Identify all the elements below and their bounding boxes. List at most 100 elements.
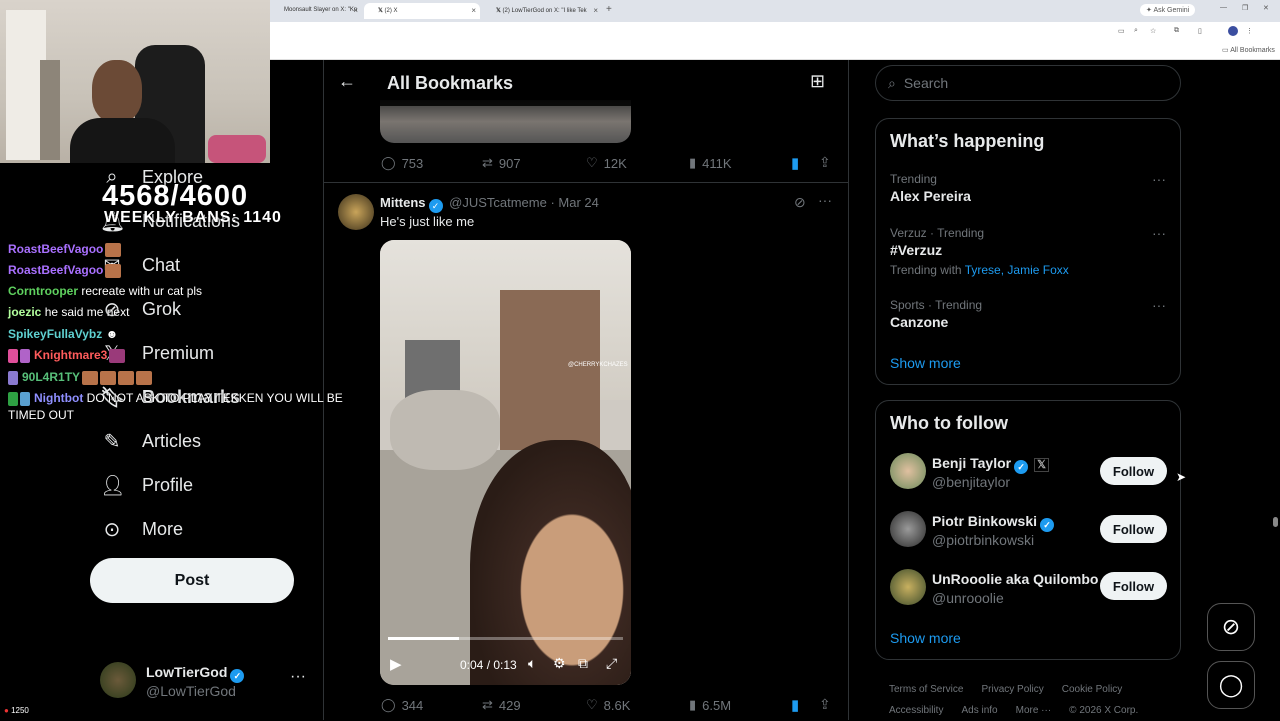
avatar[interactable] bbox=[890, 453, 926, 489]
user-name[interactable]: UnRooolie aka Quilombo bbox=[932, 571, 1098, 587]
new-tab-icon[interactable]: + bbox=[606, 4, 612, 15]
pip-icon[interactable]: ⧉ bbox=[578, 655, 588, 672]
browser-tab-active[interactable]: 𝕏 (2) X × bbox=[364, 3, 480, 19]
bookmark-folder-add-icon[interactable]: ⊞ bbox=[810, 71, 825, 92]
show-more-link[interactable]: Show more bbox=[890, 355, 961, 371]
account-switcher[interactable]: LowTierGod ✓ @LowTierGod ··· bbox=[100, 662, 310, 702]
search-input[interactable]: ⌕ Search bbox=[875, 65, 1181, 101]
share-icon[interactable]: ⇪ bbox=[819, 696, 831, 713]
scrollbar-thumb[interactable] bbox=[1273, 517, 1278, 527]
trend-name[interactable]: #Verzuz bbox=[890, 242, 942, 258]
scrollbar[interactable] bbox=[1273, 62, 1278, 718]
footer-link[interactable]: Terms of Service bbox=[889, 684, 963, 695]
footer-link[interactable]: Accessibility bbox=[889, 705, 943, 716]
trend-name[interactable]: Canzone bbox=[890, 314, 948, 330]
reply-button[interactable]: ◯ 344 bbox=[381, 697, 423, 713]
video-progress-track[interactable] bbox=[388, 637, 623, 640]
nav-articles[interactable]: ✎ Articles bbox=[100, 426, 201, 456]
profile-avatar[interactable] bbox=[1228, 26, 1238, 36]
browser-menu-icon[interactable]: ⋮ bbox=[1246, 27, 1253, 35]
trend-related-links[interactable]: Tyrese, Jamie Foxx bbox=[965, 263, 1069, 277]
pillow bbox=[208, 135, 266, 163]
trend-name[interactable]: Alex Pereira bbox=[890, 188, 971, 204]
column-divider bbox=[323, 60, 324, 720]
tweet-author[interactable]: Mittens bbox=[380, 195, 426, 210]
more-dots-icon[interactable]: ··· bbox=[1152, 171, 1166, 187]
follow-button[interactable]: Follow bbox=[1100, 457, 1167, 485]
close-tab-icon[interactable]: × bbox=[353, 6, 358, 15]
repost-button[interactable]: ⇄ 429 bbox=[482, 697, 521, 713]
follow-button[interactable]: Follow bbox=[1100, 515, 1167, 543]
like-button[interactable]: ♡ 8.6K bbox=[586, 697, 630, 713]
chat-message: DO NOT ASK TO PLAY TEKKEN YOU WILL BE bbox=[86, 391, 343, 405]
more-dots-icon[interactable]: ··· bbox=[1152, 225, 1166, 241]
chat-line: 90L4R1TY bbox=[8, 370, 153, 385]
nav-more[interactable]: ⊙ More bbox=[100, 514, 183, 544]
tweet-video[interactable]: @CHERRYKCHAZES ▶ 0:04 / 0:13 🔈︎ ⚙ ⧉ ⤢ bbox=[380, 240, 631, 685]
views-button[interactable]: ▮ 6.5M bbox=[689, 697, 731, 713]
viewer-icon: ● bbox=[4, 706, 12, 715]
avatar[interactable] bbox=[890, 569, 926, 605]
user-handle: @benjitaylor bbox=[932, 474, 1011, 490]
browser-tab[interactable]: 𝕏 (2) LowTierGod on X: "I like Tek × bbox=[482, 3, 602, 19]
minimize-icon[interactable]: — bbox=[1220, 4, 1227, 11]
zoom-icon[interactable]: ⌕ bbox=[1134, 27, 1138, 35]
reply-count: 344 bbox=[401, 697, 424, 713]
emote-icon bbox=[82, 370, 99, 385]
more-dots-icon[interactable]: ··· bbox=[290, 668, 306, 686]
close-tab-icon[interactable]: × bbox=[471, 6, 476, 15]
avatar bbox=[100, 662, 136, 698]
reply-button[interactable]: ◯ 753 bbox=[381, 155, 423, 171]
user-name[interactable]: Benji Taylor bbox=[932, 455, 1011, 471]
close-tab-icon[interactable]: × bbox=[593, 6, 598, 15]
tweet-media[interactable] bbox=[380, 100, 631, 143]
nav-profile[interactable]: 👤︎ Profile bbox=[100, 470, 193, 500]
follow-button[interactable]: Follow bbox=[1100, 572, 1167, 600]
avatar[interactable] bbox=[338, 194, 374, 230]
more-dots-icon[interactable]: ··· bbox=[1152, 297, 1166, 313]
fullscreen-icon[interactable]: ⤢ bbox=[606, 655, 617, 672]
avatar[interactable] bbox=[890, 511, 926, 547]
chat-message: he said me next bbox=[44, 305, 130, 319]
close-window-icon[interactable]: ✕ bbox=[1263, 4, 1269, 12]
address-bar[interactable]: ▭ ⌕ ☆ ⧉ ▯ ⋮ bbox=[270, 22, 1280, 42]
extensions-icon[interactable]: ⧉ bbox=[1174, 27, 1179, 35]
footer-link[interactable]: Cookie Policy bbox=[1062, 684, 1123, 695]
maximize-icon[interactable]: ❐ bbox=[1242, 4, 1248, 12]
volume-icon[interactable]: 🔈︎ bbox=[528, 655, 536, 672]
tweet-date[interactable]: Mar 24 bbox=[558, 195, 598, 210]
grok-fab-button[interactable]: ⊘ bbox=[1207, 603, 1255, 651]
repost-button[interactable]: ⇄ 907 bbox=[482, 155, 521, 171]
footer-link[interactable]: Privacy Policy bbox=[981, 684, 1043, 695]
sidebar-icon[interactable]: ▯ bbox=[1198, 27, 1202, 35]
grok-icon: ⊘ bbox=[1221, 614, 1241, 639]
more-dots-icon[interactable]: ··· bbox=[818, 192, 832, 208]
bookmark-icon[interactable]: ▮ bbox=[791, 154, 799, 172]
back-arrow-icon[interactable]: ← bbox=[338, 71, 356, 92]
cat-tree bbox=[40, 60, 60, 160]
footer-link[interactable]: More ··· bbox=[1016, 705, 1052, 716]
view-count: 6.5M bbox=[702, 697, 732, 713]
user-name[interactable]: Piotr Binkowski bbox=[932, 513, 1037, 529]
browser-tab[interactable]: Moonsault Slayer on X: "Kn × bbox=[270, 3, 362, 19]
views-button[interactable]: ▮ 411K bbox=[689, 155, 732, 171]
video-person bbox=[470, 440, 631, 685]
footer-link[interactable]: Ads info bbox=[961, 705, 997, 716]
messages-fab-button[interactable]: ◯ bbox=[1207, 661, 1255, 709]
cast-icon[interactable]: ▭ bbox=[1118, 27, 1125, 35]
settings-icon[interactable]: ⚙ bbox=[553, 655, 566, 672]
bookmark-icon[interactable]: ▮ bbox=[791, 696, 799, 714]
like-button[interactable]: ♡ 12K bbox=[586, 155, 627, 171]
share-icon[interactable]: ⇪ bbox=[819, 154, 831, 171]
ask-gemini-button[interactable]: ✦ Ask Gemini bbox=[1140, 4, 1196, 16]
chat-user: joezic bbox=[8, 305, 42, 319]
weekly-bans: WEEKLY BANS: 1140 bbox=[104, 209, 282, 226]
badge-icon bbox=[8, 391, 18, 406]
play-icon[interactable]: ▶ bbox=[390, 655, 402, 673]
star-icon[interactable]: ☆ bbox=[1150, 27, 1156, 35]
post-button[interactable]: Post bbox=[90, 558, 294, 603]
tweet-handle[interactable]: @JUSTcatmeme bbox=[449, 195, 547, 210]
grok-icon[interactable]: ⊘ bbox=[794, 194, 806, 211]
all-bookmarks-folder[interactable]: ▭ All Bookmarks bbox=[1222, 46, 1275, 54]
show-more-link[interactable]: Show more bbox=[890, 630, 961, 646]
